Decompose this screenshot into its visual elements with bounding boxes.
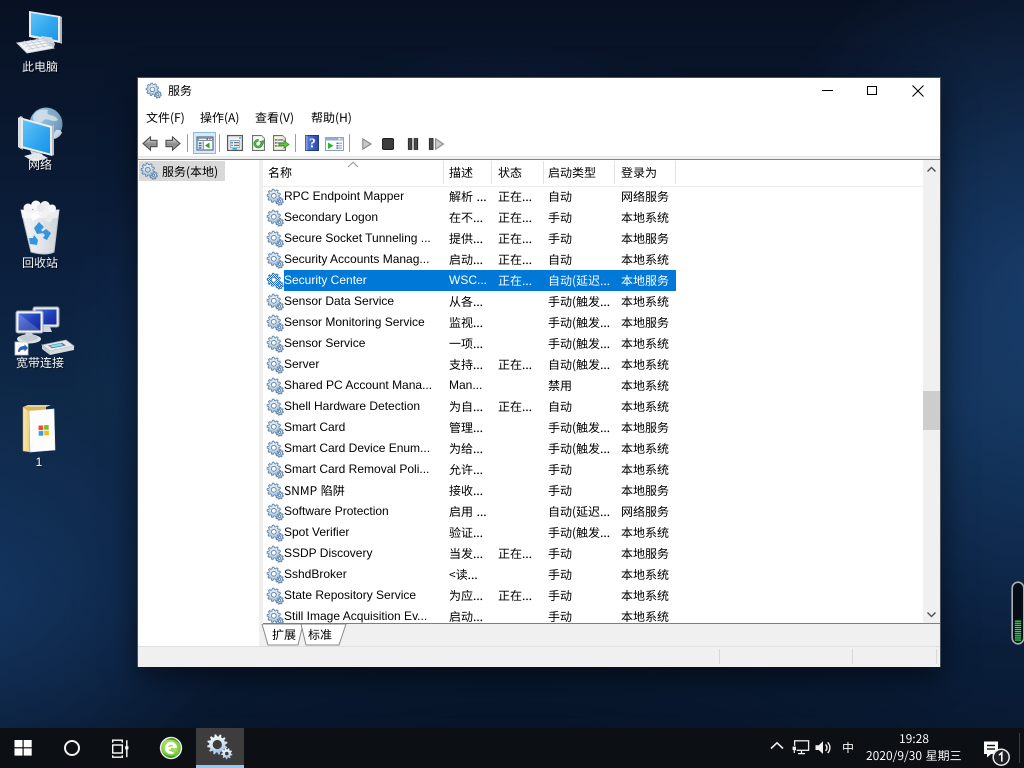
svg-text:?: ? xyxy=(309,136,316,151)
